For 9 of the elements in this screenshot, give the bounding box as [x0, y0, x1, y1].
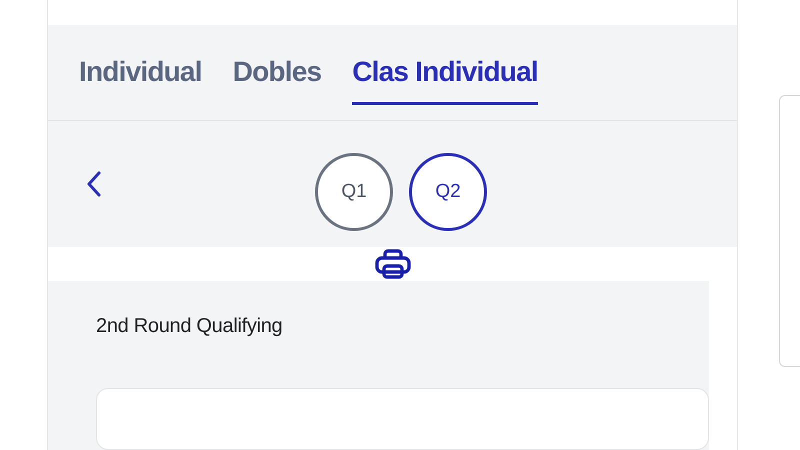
tab[interactable]: Clas Individual	[352, 56, 538, 105]
print-button[interactable]	[374, 249, 411, 280]
tab[interactable]: Dobles	[232, 56, 322, 105]
chevron-left-icon	[87, 171, 101, 198]
round-button[interactable]: Q1	[315, 152, 393, 231]
section-title: 2nd Round Qualifying	[96, 315, 284, 338]
printer-icon	[374, 249, 411, 280]
round-button[interactable]: Q2	[409, 152, 487, 231]
tab[interactable]: Individual	[79, 56, 202, 105]
